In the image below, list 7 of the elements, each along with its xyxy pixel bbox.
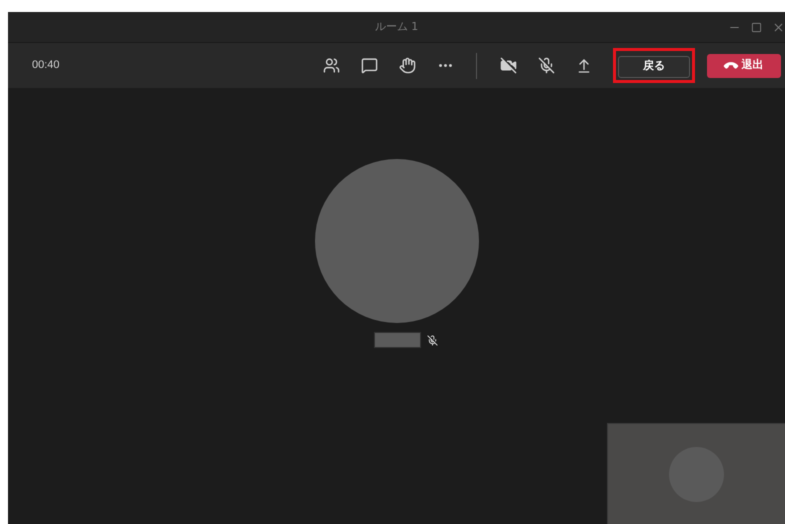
window-title: ルーム 1 [374,18,418,35]
close-icon[interactable] [772,20,785,34]
name-label [374,332,420,348]
maximize-icon[interactable] [751,22,762,32]
leave-button[interactable]: 退出 [707,54,781,78]
back-button[interactable]: 戻る [618,56,690,78]
call-timer: 00:40 [32,58,60,74]
